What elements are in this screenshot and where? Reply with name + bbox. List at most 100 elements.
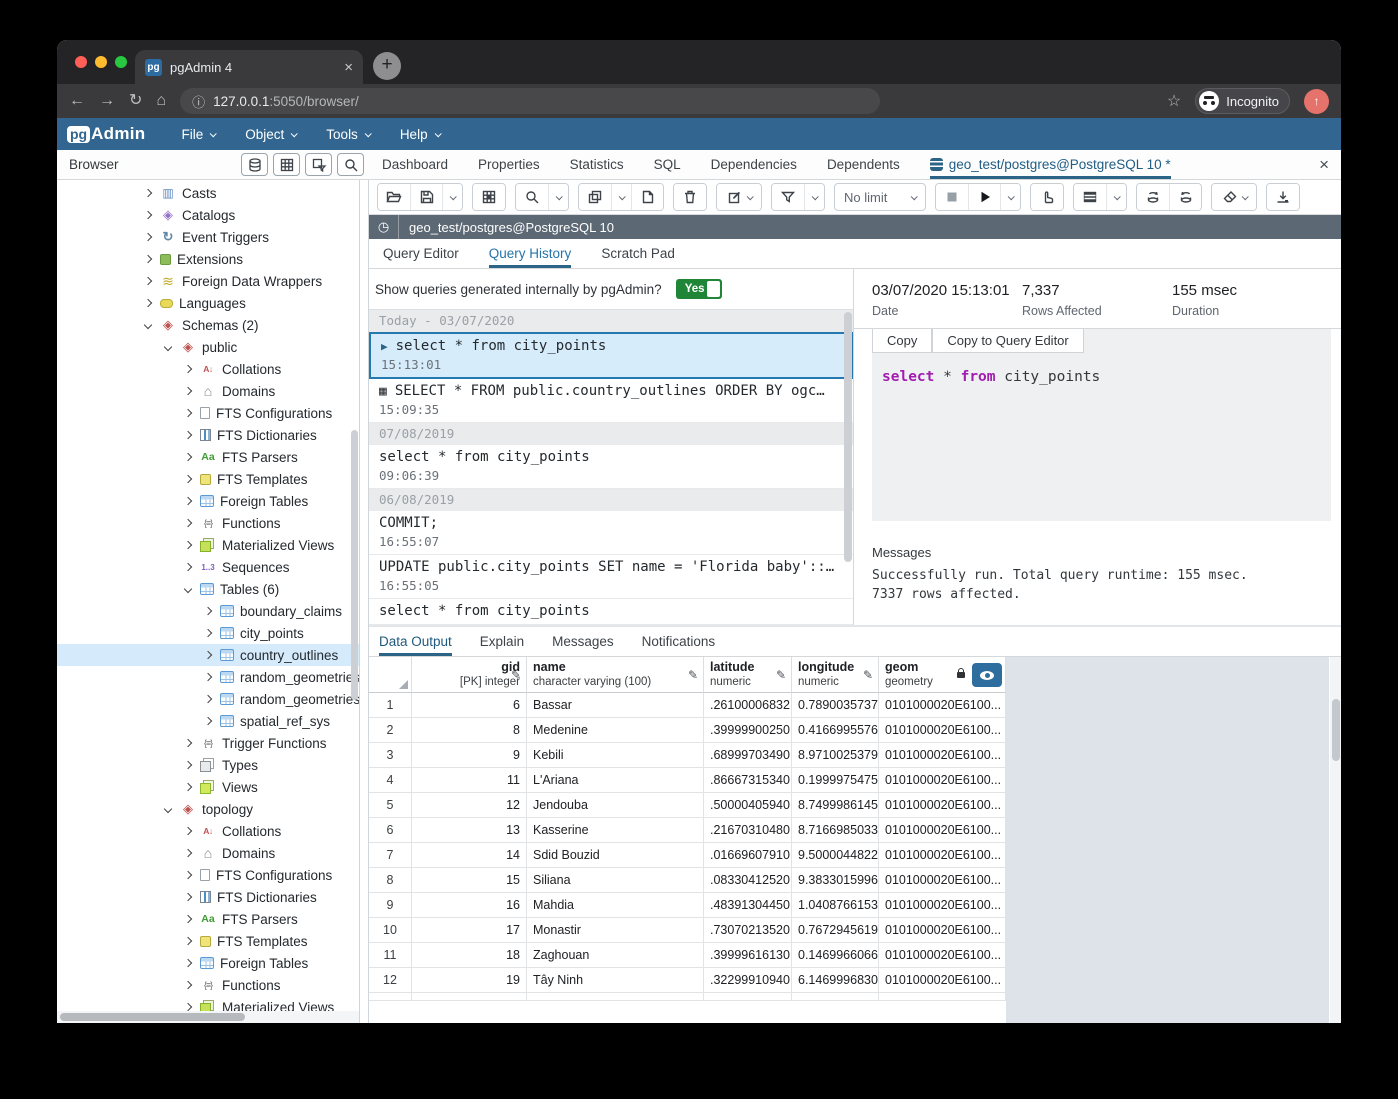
chevron-down-icon[interactable] [164, 343, 172, 351]
chevron-right-icon[interactable] [144, 189, 152, 197]
chevron-right-icon[interactable] [184, 849, 192, 857]
tree-item-tables-6[interactable]: Tables (6) [57, 578, 359, 600]
macro-rows-button[interactable] [1074, 184, 1106, 210]
tree-item-fts-parsers[interactable]: AaFTS Parsers [57, 446, 359, 468]
tree-item-fts-configurations[interactable]: FTS Configurations [57, 864, 359, 886]
tree-item-schemas-2[interactable]: ◈Schemas (2) [57, 314, 359, 336]
rollback-button[interactable] [1169, 184, 1201, 210]
sidebar-vertical-scrollbar[interactable] [351, 430, 358, 700]
window-close-button[interactable] [75, 56, 87, 68]
chevron-right-icon[interactable] [184, 563, 192, 571]
copy-button[interactable] [579, 184, 611, 210]
tree-item-topology[interactable]: ◈topology [57, 798, 359, 820]
tab-dashboard[interactable]: Dashboard [382, 150, 448, 179]
row-limit-select[interactable]: No limit [834, 183, 926, 211]
column-header-gid[interactable]: gid [PK] integer ✎ [412, 657, 527, 693]
chevron-right-icon[interactable] [184, 981, 192, 989]
panel-splitter[interactable] [360, 180, 369, 1023]
chevron-right-icon[interactable] [184, 739, 192, 747]
copy-dropdown-chevron-icon[interactable] [611, 184, 631, 210]
tree-item-fts-configurations[interactable]: FTS Configurations [57, 402, 359, 424]
menu-object[interactable]: Object [245, 127, 296, 142]
history-item[interactable]: select * from city_points [369, 599, 853, 625]
tree-item-city-points[interactable]: city_points [57, 622, 359, 644]
tree-item-collations[interactable]: A↓Collations [57, 820, 359, 842]
chevron-right-icon[interactable] [184, 915, 192, 923]
chevron-down-icon[interactable] [184, 585, 192, 593]
chevron-right-icon[interactable] [184, 937, 192, 945]
tree-item-sequences[interactable]: 1..3Sequences [57, 556, 359, 578]
grid-corner-cell[interactable] [369, 657, 412, 693]
tab-messages[interactable]: Messages [552, 627, 614, 656]
history-item[interactable]: ▦SELECT * FROM public.country_outlines O… [369, 379, 853, 423]
open-file-button[interactable] [378, 184, 410, 210]
tree-item-domains[interactable]: ⌂Domains [57, 380, 359, 402]
copy-to-query-editor-button[interactable]: Copy to Query Editor [932, 329, 1083, 353]
download-button[interactable] [1267, 184, 1299, 210]
execute-query-button[interactable] [968, 184, 1000, 210]
edit-pencil-icon[interactable]: ✎ [688, 668, 698, 682]
tree-item-random-geometries[interactable]: random_geometries [57, 688, 359, 710]
tree-item-fts-dictionaries[interactable]: FTS Dictionaries [57, 424, 359, 446]
chevron-right-icon[interactable] [184, 409, 192, 417]
tab-statistics[interactable]: Statistics [570, 150, 624, 179]
tree-item-materialized-views[interactable]: Materialized Views [57, 534, 359, 556]
menu-file[interactable]: File [182, 127, 216, 142]
paste-button[interactable] [631, 184, 663, 210]
tab-sql[interactable]: SQL [654, 150, 681, 179]
chevron-right-icon[interactable] [204, 607, 212, 615]
chevron-right-icon[interactable] [184, 1003, 192, 1011]
tree-item-country-outlines[interactable]: country_outlines [57, 644, 359, 666]
reload-icon[interactable]: ↻ [129, 93, 142, 109]
window-maximize-button[interactable] [115, 56, 127, 68]
chevron-right-icon[interactable] [184, 827, 192, 835]
tree-item-foreign-tables[interactable]: Foreign Tables [57, 952, 359, 974]
save-button[interactable] [410, 184, 442, 210]
tree-item-functions[interactable]: {≡}Functions [57, 974, 359, 996]
chevron-right-icon[interactable] [184, 387, 192, 395]
menu-help[interactable]: Help [400, 127, 440, 142]
chevron-right-icon[interactable] [144, 255, 152, 263]
site-info-icon[interactable]: ⓘ [192, 92, 205, 111]
execute-dropdown-chevron-icon[interactable] [1000, 184, 1020, 210]
home-icon[interactable]: ⌂ [156, 93, 166, 109]
tree-item-event-triggers[interactable]: ↻Event Triggers [57, 226, 359, 248]
chevron-right-icon[interactable] [204, 651, 212, 659]
edit-pencil-icon[interactable]: ✎ [776, 668, 786, 682]
filter-dropdown-chevron-icon[interactable] [804, 184, 824, 210]
tree-item-fts-dictionaries[interactable]: FTS Dictionaries [57, 886, 359, 908]
history-item[interactable]: COMMIT;16:55:07 [369, 511, 853, 555]
tree-item-casts[interactable]: ▥Casts [57, 182, 359, 204]
chevron-right-icon[interactable] [204, 629, 212, 637]
history-item[interactable]: ▶select * from city_points15:13:01 [369, 332, 853, 379]
edit-grid-button[interactable] [473, 184, 505, 210]
column-header-name[interactable]: name character varying (100) ✎ [527, 657, 704, 693]
history-item[interactable]: UPDATE public.city_points SET name = 'Fl… [369, 555, 853, 599]
tab-query-editor[interactable]: Query Editor [383, 239, 459, 268]
tree-item-fts-parsers[interactable]: AaFTS Parsers [57, 908, 359, 930]
tree-item-collations[interactable]: A↓Collations [57, 358, 359, 380]
chevron-right-icon[interactable] [184, 959, 192, 967]
search-button[interactable] [337, 153, 364, 176]
database-stack-button[interactable] [241, 153, 268, 176]
tab-properties[interactable]: Properties [478, 150, 540, 179]
tab-dependents[interactable]: Dependents [827, 150, 900, 179]
tree-item-boundary-claims[interactable]: boundary_claims [57, 600, 359, 622]
chevron-right-icon[interactable] [184, 453, 192, 461]
tree-item-domains[interactable]: ⌂Domains [57, 842, 359, 864]
tree-item-foreign-data-wrappers[interactable]: ≋Foreign Data Wrappers [57, 270, 359, 292]
find-dropdown-chevron-icon[interactable] [548, 184, 568, 210]
profile-avatar[interactable]: ↑ [1304, 89, 1329, 114]
chevron-right-icon[interactable] [184, 431, 192, 439]
history-vertical-scrollbar[interactable] [844, 312, 852, 562]
tree-item-catalogs[interactable]: ◈Catalogs [57, 204, 359, 226]
tree-item-public[interactable]: ◈public [57, 336, 359, 358]
chevron-right-icon[interactable] [204, 673, 212, 681]
edit-pencil-icon[interactable]: ✎ [863, 668, 873, 682]
edit-options-button[interactable] [717, 184, 761, 210]
chevron-right-icon[interactable] [184, 519, 192, 527]
chevron-right-icon[interactable] [184, 783, 192, 791]
chevron-right-icon[interactable] [184, 871, 192, 879]
chevron-right-icon[interactable] [184, 475, 192, 483]
tab-close-icon[interactable]: × [344, 59, 353, 76]
